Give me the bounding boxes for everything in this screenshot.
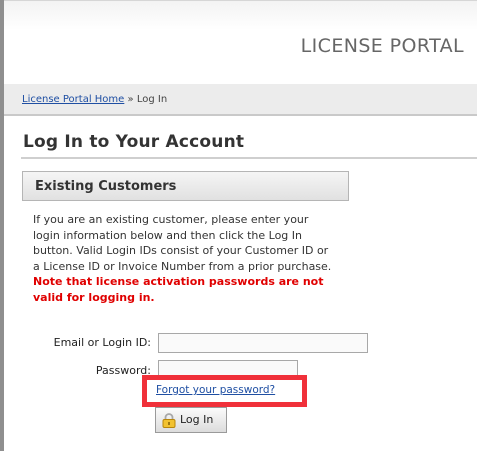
breadcrumb-bar: License Portal Home » Log In — [4, 84, 477, 116]
heading-divider — [21, 157, 477, 159]
lock-icon — [162, 413, 176, 428]
breadcrumb-current: Log In — [136, 94, 168, 105]
breadcrumb: License Portal Home » Log In — [22, 94, 167, 105]
section-title: Existing Customers — [35, 179, 177, 194]
page-title: Log In to Your Account — [23, 132, 245, 152]
forgot-password-link[interactable]: Forgot your password? — [156, 384, 275, 396]
section-header: Existing Customers — [22, 171, 349, 201]
login-button[interactable]: Log In — [155, 407, 227, 433]
login-button-label: Log In — [180, 413, 214, 426]
breadcrumb-home-link[interactable]: License Portal Home — [22, 94, 124, 105]
password-label: Password: — [95, 364, 151, 377]
email-field[interactable] — [158, 333, 368, 353]
warning-text: Note that license activation passwords a… — [33, 275, 324, 304]
site-header: LICENSE PORTAL — [4, 0, 477, 85]
email-label: Email or Login ID: — [53, 336, 151, 349]
breadcrumb-separator: » — [127, 94, 134, 105]
intro-text-block: If you are an existing customer, please … — [33, 212, 333, 305]
portal-title: LICENSE PORTAL — [300, 35, 464, 57]
intro-text: If you are an existing customer, please … — [33, 213, 332, 273]
